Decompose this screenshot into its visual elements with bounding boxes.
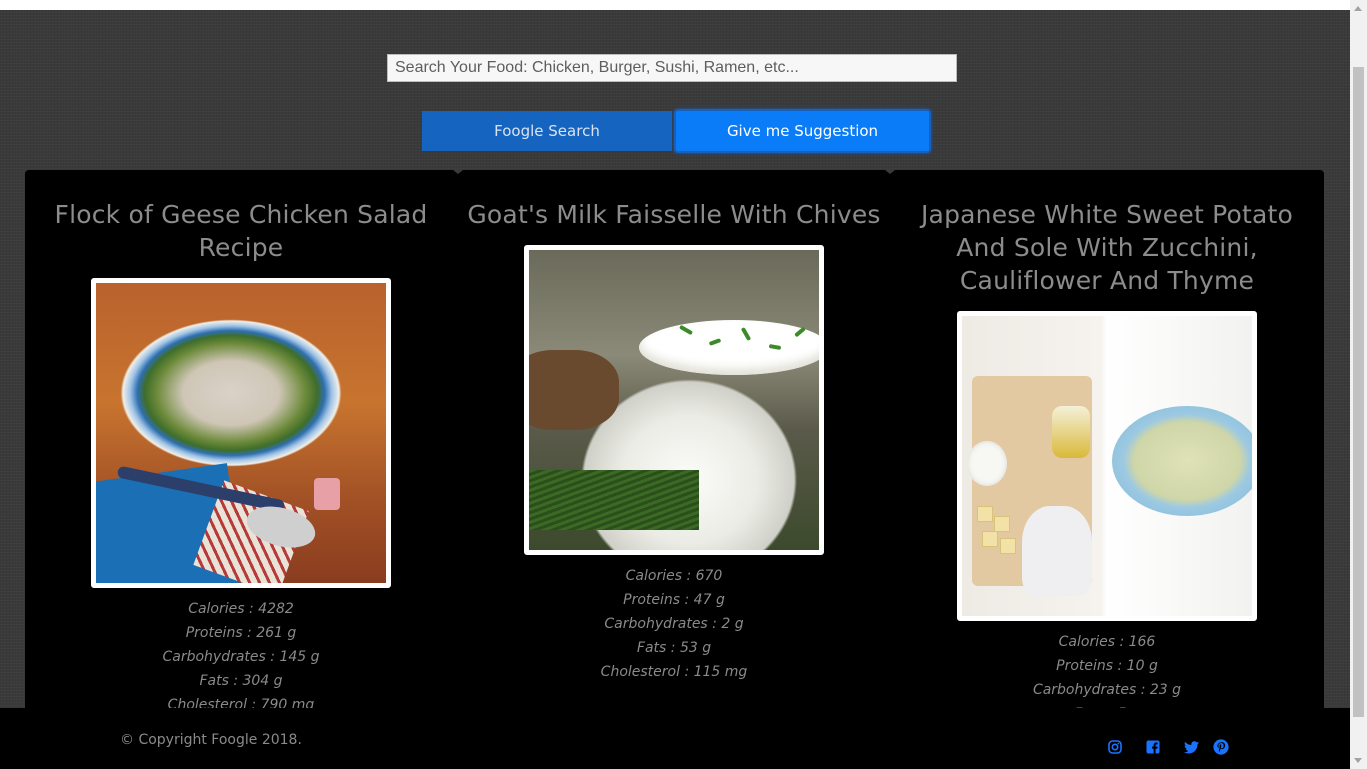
copyright-text: © Copyright Foogle 2018.	[120, 732, 302, 748]
food-card[interactable]: Goat's Milk Faisselle With Chives Calori…	[464, 198, 884, 684]
pinterest-icon[interactable]	[1213, 739, 1229, 755]
spool-shape	[314, 478, 340, 510]
carbohydrates-text: Carbohydrates : 145 g	[162, 649, 320, 665]
proteins-text: Proteins : 10 g	[1056, 658, 1158, 674]
food-title[interactable]: Goat's Milk Faisselle With Chives	[464, 198, 884, 231]
oil-jar-shape	[1052, 406, 1090, 458]
food-image[interactable]	[957, 311, 1257, 621]
panel-notch	[453, 170, 463, 174]
food-title[interactable]: Japanese White Sweet Potato And Sole Wit…	[897, 198, 1317, 297]
panel-notch	[885, 170, 895, 174]
food-card[interactable]: Japanese White Sweet Potato And Sole Wit…	[897, 198, 1317, 726]
proteins-text: Proteins : 47 g	[623, 592, 725, 608]
facebook-icon[interactable]	[1145, 739, 1161, 755]
potato-cube-shape	[982, 531, 998, 547]
sole-fillet-shape	[1022, 506, 1092, 596]
twitter-icon[interactable]	[1183, 739, 1199, 755]
results-panel: Flock of Geese Chicken Salad Recipe Calo…	[25, 170, 1324, 730]
cauliflower-shape	[967, 441, 1007, 486]
potato-cube-shape	[977, 506, 993, 522]
nutrition-facts: Calories : 670 Proteins : 47 g Carbohydr…	[464, 564, 884, 684]
fats-text: Fats : 53 g	[636, 640, 712, 656]
nutrition-facts: Calories : 4282 Proteins : 261 g Carbohy…	[31, 597, 451, 717]
potato-cube-shape	[994, 516, 1010, 532]
carbohydrates-text: Carbohydrates : 2 g	[604, 616, 744, 632]
scroll-up-icon[interactable]	[1354, 6, 1362, 11]
top-strip	[0, 0, 1350, 10]
instagram-icon[interactable]	[1107, 739, 1123, 755]
give-suggestion-button[interactable]: Give me Suggestion	[676, 111, 929, 151]
fats-text: Fats : 304 g	[199, 673, 283, 689]
cholesterol-text: Cholesterol : 115 mg	[600, 664, 748, 680]
cream-shape	[639, 320, 819, 375]
scrollbar-thumb[interactable]	[1353, 67, 1364, 717]
food-title[interactable]: Flock of Geese Chicken Salad Recipe	[31, 198, 451, 264]
scroll-down-icon[interactable]	[1354, 758, 1362, 763]
foogle-search-button[interactable]: Foogle Search	[422, 111, 672, 151]
bread-shape	[529, 350, 619, 430]
vertical-scrollbar[interactable]	[1350, 0, 1367, 769]
chives-shape	[529, 470, 699, 530]
potato-cube-shape	[1000, 538, 1016, 554]
soup-bowl-shape	[1112, 406, 1252, 516]
calories-text: Calories : 166	[1058, 634, 1156, 650]
search-input[interactable]	[387, 54, 957, 82]
food-card[interactable]: Flock of Geese Chicken Salad Recipe Calo…	[31, 198, 451, 717]
food-image[interactable]	[91, 278, 391, 588]
carbohydrates-text: Carbohydrates : 23 g	[1032, 682, 1182, 698]
footer: © Copyright Foogle 2018.	[0, 708, 1350, 769]
calories-text: Calories : 670	[625, 568, 723, 584]
proteins-text: Proteins : 261 g	[185, 625, 297, 641]
calories-text: Calories : 4282	[188, 601, 294, 617]
food-image[interactable]	[524, 245, 824, 555]
